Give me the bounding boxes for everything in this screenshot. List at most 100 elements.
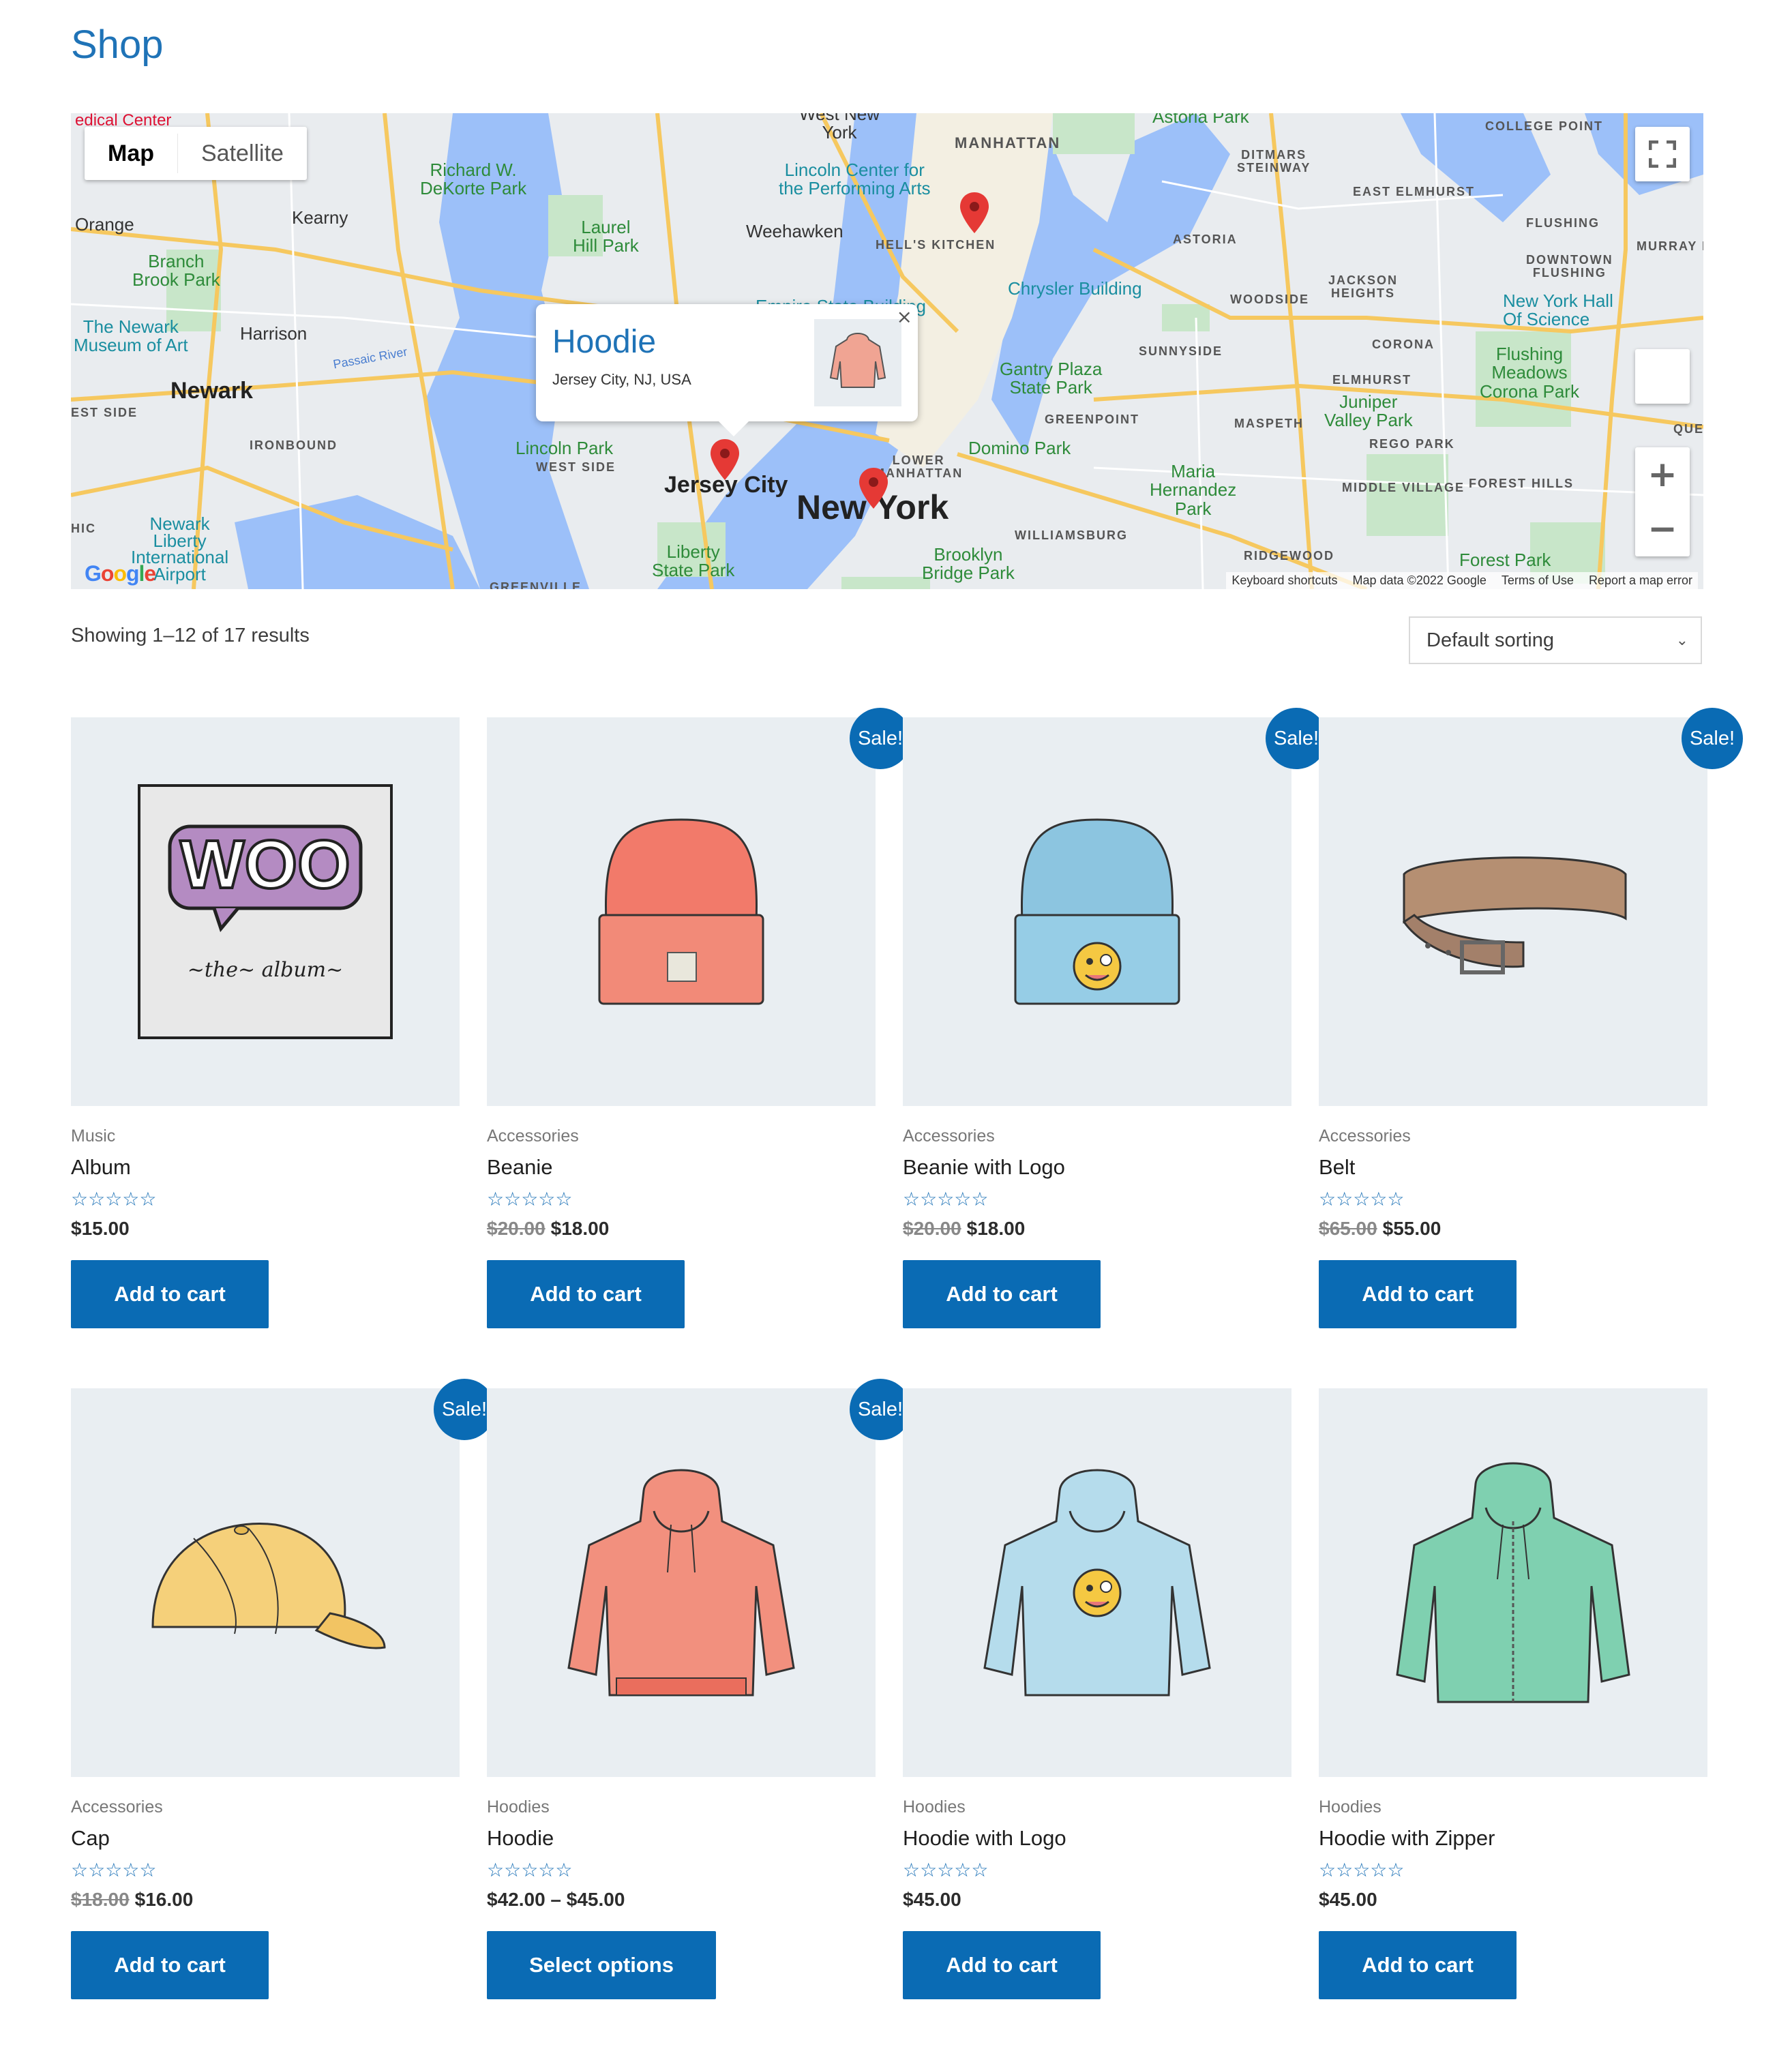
product-image[interactable]: [1319, 1388, 1707, 1777]
product-image[interactable]: [71, 1388, 460, 1777]
zoom-out-button[interactable]: −: [1647, 502, 1677, 556]
info-window-title[interactable]: Hoodie: [552, 323, 656, 361]
map-type-control: Map Satellite: [85, 127, 307, 180]
sale-badge: Sale!: [1266, 708, 1327, 769]
rating-stars-icon: ☆☆☆☆☆: [903, 1859, 989, 1881]
product-illustration: [567, 1469, 795, 1697]
rating-stars-icon: ☆☆☆☆☆: [71, 1188, 157, 1210]
map-label-greenville: GREENVILLE: [490, 580, 582, 589]
product-illustration: [151, 1523, 386, 1649]
product-regular-price: $20.00: [487, 1218, 546, 1239]
product-image[interactable]: [487, 717, 876, 1106]
map-label-domino-park: Domino Park: [968, 438, 1071, 458]
product-price: $20.00 $18.00: [487, 1218, 609, 1240]
map-label-west-side: WEST SIDE: [536, 460, 616, 474]
sorting-select[interactable]: Default sorting ⌄: [1409, 616, 1702, 664]
add-to-cart-button[interactable]: Add to cart: [1319, 1931, 1517, 1999]
add-to-cart-button[interactable]: Add to cart: [71, 1931, 269, 1999]
product-name[interactable]: Hoodie: [487, 1826, 554, 1851]
product-price: $42.00 – $45.00: [487, 1889, 625, 1911]
product-name[interactable]: Belt: [1319, 1155, 1355, 1180]
product-current-price: $18.00: [966, 1218, 1026, 1239]
pegman-control[interactable]: [1635, 349, 1690, 404]
close-icon[interactable]: ×: [897, 305, 912, 328]
map-marker-icon[interactable]: [711, 439, 739, 480]
map-label-college-point: COLLEGE POINT: [1485, 119, 1604, 133]
map-label-murray-hill: MURRAY HILL: [1637, 239, 1703, 253]
map-label-laurel-hill-park: Laurel Hill Park: [573, 217, 639, 256]
product-name[interactable]: Album: [71, 1155, 131, 1180]
map-marker-icon[interactable]: [960, 192, 989, 233]
product-current-price: $16.00: [134, 1889, 194, 1910]
keyboard-shortcuts-link[interactable]: Keyboard shortcuts: [1231, 573, 1337, 588]
map-label-ny-hall-of-science: New York Hall Of Science: [1503, 290, 1613, 330]
map-label-middle-village: MIDDLE VILLAGE: [1342, 481, 1465, 494]
map-label-brooklyn-bridge-park: Brooklyn Bridge Park: [922, 544, 1015, 584]
report-map-error-link[interactable]: Report a map error: [1589, 573, 1692, 588]
sale-badge: Sale!: [850, 708, 911, 769]
product-price: $45.00: [1319, 1889, 1377, 1911]
map-label-juniper-valley: Juniper Valley Park: [1324, 391, 1413, 431]
map-label-rego-park: REGO PARK: [1369, 437, 1455, 451]
product-image[interactable]: [487, 1388, 876, 1777]
product-illustration: [1402, 856, 1627, 974]
product-image[interactable]: WOO ~the~ album~: [71, 717, 460, 1106]
product-name[interactable]: Cap: [71, 1826, 110, 1851]
select-options-button[interactable]: Select options: [487, 1931, 716, 1999]
product-illustration: [1014, 818, 1180, 1005]
rating-stars-icon: ☆☆☆☆☆: [903, 1188, 989, 1210]
product-current-price: $45.00: [903, 1889, 961, 1910]
map-type-map-button[interactable]: Map: [85, 127, 177, 180]
map-label-que: QUE: [1673, 422, 1703, 436]
result-count: Showing 1–12 of 17 results: [71, 625, 310, 646]
add-to-cart-button[interactable]: Add to cart: [903, 1931, 1101, 1999]
product-current-price: $42.00 – $45.00: [487, 1889, 625, 1910]
product-current-price: $18.00: [550, 1218, 610, 1239]
add-to-cart-button[interactable]: Add to cart: [487, 1260, 685, 1328]
map-marker-icon[interactable]: [859, 468, 888, 509]
map-label-harrison: Harrison: [240, 323, 308, 344]
map-label-astoria-park: Astoria Park: [1152, 113, 1249, 127]
map-type-satellite-button[interactable]: Satellite: [178, 127, 307, 180]
svg-text:~the~ album~: ~the~ album~: [188, 958, 344, 982]
map-label-weehawken: Weehawken: [746, 221, 843, 241]
sale-badge: Sale!: [434, 1379, 495, 1440]
map-label-branch-brook-park: Branch Brook Park: [132, 251, 220, 290]
map-label-flushing-meadows: Flushing Meadows Corona Park: [1480, 344, 1579, 402]
map-label-corona: CORONA: [1372, 338, 1435, 351]
product-image[interactable]: [1319, 717, 1707, 1106]
product-image[interactable]: [903, 1388, 1291, 1777]
map-label-manhattan: MANHATTAN: [955, 134, 1061, 151]
product-category: Hoodies: [903, 1797, 966, 1817]
zoom-in-button[interactable]: +: [1647, 447, 1677, 502]
add-to-cart-button[interactable]: Add to cart: [1319, 1260, 1517, 1328]
map-label-west-new-york: West New York: [799, 113, 880, 143]
product-name[interactable]: Hoodie with Zipper: [1319, 1826, 1495, 1851]
map-label-medical-center: edical Center: [75, 113, 172, 130]
product-card: Accessories Belt ☆☆☆☆☆ $65.00 $55.00 Add …: [1319, 717, 1707, 1331]
map-label-ironbound: IRONBOUND: [250, 438, 338, 452]
rating-stars-icon: ☆☆☆☆☆: [1319, 1859, 1405, 1881]
map-label-sunnyside: SUNNYSIDE: [1139, 344, 1223, 358]
product-name[interactable]: Beanie with Logo: [903, 1155, 1065, 1180]
info-window-address: Jersey City, NJ, USA: [552, 371, 691, 388]
info-window-thumbnail: [814, 319, 901, 406]
fullscreen-button[interactable]: [1635, 127, 1690, 181]
map-label-maria-hernandez: Maria Hernandez Park: [1150, 461, 1237, 519]
svg-text:WOO: WOO: [180, 826, 350, 903]
terms-of-use-link[interactable]: Terms of Use: [1502, 573, 1574, 588]
product-price: $45.00: [903, 1889, 961, 1911]
add-to-cart-button[interactable]: Add to cart: [903, 1260, 1101, 1328]
product-name[interactable]: Hoodie with Logo: [903, 1826, 1066, 1851]
product-card: Accessories Cap ☆☆☆☆☆ $18.00 $16.00 Add t…: [71, 1388, 460, 2002]
map-label-hells-kitchen: HELL'S KITCHEN: [876, 238, 996, 252]
product-illustration: [983, 1469, 1211, 1697]
rating-stars-icon: ☆☆☆☆☆: [1319, 1188, 1405, 1210]
add-to-cart-button[interactable]: Add to cart: [71, 1260, 269, 1328]
map-label-forest-park: Forest Park: [1459, 550, 1551, 570]
product-name[interactable]: Beanie: [487, 1155, 553, 1180]
map-label-ridgewood: RIDGEWOOD: [1244, 549, 1334, 563]
hoodie-thumbnail-image: [829, 333, 886, 388]
product-image[interactable]: [903, 717, 1291, 1106]
store-map[interactable]: Map Satellite + − edical Center Richard …: [71, 113, 1703, 589]
